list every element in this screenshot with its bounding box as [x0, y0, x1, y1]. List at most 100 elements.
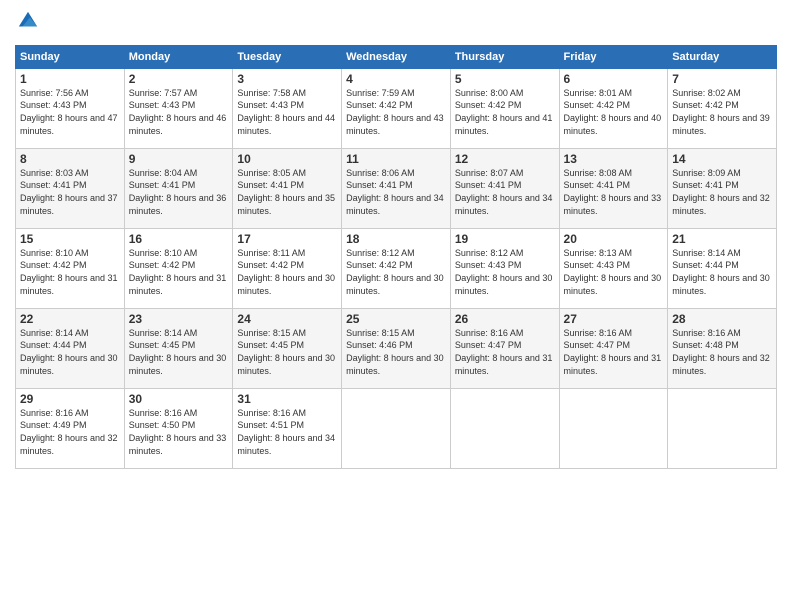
day-number: 5 — [455, 72, 555, 86]
day-number: 2 — [129, 72, 229, 86]
calendar-cell: 21 Sunrise: 8:14 AM Sunset: 4:44 PM Dayl… — [668, 228, 777, 308]
logo-text — [15, 10, 39, 37]
day-number: 16 — [129, 232, 229, 246]
day-info: Sunrise: 8:16 AM Sunset: 4:49 PM Dayligh… — [20, 407, 120, 457]
weekday-header: Sunday — [16, 45, 125, 68]
logo-icon — [17, 10, 39, 32]
day-number: 18 — [346, 232, 446, 246]
calendar-cell: 8 Sunrise: 8:03 AM Sunset: 4:41 PM Dayli… — [16, 148, 125, 228]
calendar-cell: 19 Sunrise: 8:12 AM Sunset: 4:43 PM Dayl… — [450, 228, 559, 308]
day-info: Sunrise: 8:03 AM Sunset: 4:41 PM Dayligh… — [20, 167, 120, 217]
calendar-cell: 18 Sunrise: 8:12 AM Sunset: 4:42 PM Dayl… — [342, 228, 451, 308]
day-number: 3 — [237, 72, 337, 86]
calendar-cell: 20 Sunrise: 8:13 AM Sunset: 4:43 PM Dayl… — [559, 228, 668, 308]
calendar-cell: 23 Sunrise: 8:14 AM Sunset: 4:45 PM Dayl… — [124, 308, 233, 388]
calendar-week-row: 8 Sunrise: 8:03 AM Sunset: 4:41 PM Dayli… — [16, 148, 777, 228]
calendar-cell: 7 Sunrise: 8:02 AM Sunset: 4:42 PM Dayli… — [668, 68, 777, 148]
weekday-header: Tuesday — [233, 45, 342, 68]
calendar-cell: 27 Sunrise: 8:16 AM Sunset: 4:47 PM Dayl… — [559, 308, 668, 388]
day-info: Sunrise: 8:08 AM Sunset: 4:41 PM Dayligh… — [564, 167, 664, 217]
calendar-cell — [450, 388, 559, 468]
day-number: 11 — [346, 152, 446, 166]
day-number: 26 — [455, 312, 555, 326]
calendar-week-row: 1 Sunrise: 7:56 AM Sunset: 4:43 PM Dayli… — [16, 68, 777, 148]
calendar-cell: 22 Sunrise: 8:14 AM Sunset: 4:44 PM Dayl… — [16, 308, 125, 388]
day-info: Sunrise: 8:15 AM Sunset: 4:46 PM Dayligh… — [346, 327, 446, 377]
calendar-cell: 29 Sunrise: 8:16 AM Sunset: 4:49 PM Dayl… — [16, 388, 125, 468]
weekday-header: Wednesday — [342, 45, 451, 68]
calendar-cell: 4 Sunrise: 7:59 AM Sunset: 4:42 PM Dayli… — [342, 68, 451, 148]
day-number: 15 — [20, 232, 120, 246]
weekday-header: Friday — [559, 45, 668, 68]
calendar-cell: 11 Sunrise: 8:06 AM Sunset: 4:41 PM Dayl… — [342, 148, 451, 228]
day-info: Sunrise: 8:06 AM Sunset: 4:41 PM Dayligh… — [346, 167, 446, 217]
page: SundayMondayTuesdayWednesdayThursdayFrid… — [0, 0, 792, 612]
day-info: Sunrise: 8:16 AM Sunset: 4:47 PM Dayligh… — [564, 327, 664, 377]
day-info: Sunrise: 8:16 AM Sunset: 4:48 PM Dayligh… — [672, 327, 772, 377]
day-info: Sunrise: 8:14 AM Sunset: 4:45 PM Dayligh… — [129, 327, 229, 377]
calendar-week-row: 15 Sunrise: 8:10 AM Sunset: 4:42 PM Dayl… — [16, 228, 777, 308]
day-number: 13 — [564, 152, 664, 166]
calendar-cell: 17 Sunrise: 8:11 AM Sunset: 4:42 PM Dayl… — [233, 228, 342, 308]
day-number: 23 — [129, 312, 229, 326]
calendar-cell: 25 Sunrise: 8:15 AM Sunset: 4:46 PM Dayl… — [342, 308, 451, 388]
day-number: 17 — [237, 232, 337, 246]
day-number: 6 — [564, 72, 664, 86]
day-info: Sunrise: 7:57 AM Sunset: 4:43 PM Dayligh… — [129, 87, 229, 137]
logo — [15, 10, 39, 37]
day-number: 28 — [672, 312, 772, 326]
calendar-cell: 9 Sunrise: 8:04 AM Sunset: 4:41 PM Dayli… — [124, 148, 233, 228]
day-info: Sunrise: 8:07 AM Sunset: 4:41 PM Dayligh… — [455, 167, 555, 217]
calendar-cell: 16 Sunrise: 8:10 AM Sunset: 4:42 PM Dayl… — [124, 228, 233, 308]
calendar-cell: 1 Sunrise: 7:56 AM Sunset: 4:43 PM Dayli… — [16, 68, 125, 148]
calendar-week-row: 22 Sunrise: 8:14 AM Sunset: 4:44 PM Dayl… — [16, 308, 777, 388]
day-number: 7 — [672, 72, 772, 86]
day-info: Sunrise: 8:09 AM Sunset: 4:41 PM Dayligh… — [672, 167, 772, 217]
calendar-cell: 12 Sunrise: 8:07 AM Sunset: 4:41 PM Dayl… — [450, 148, 559, 228]
calendar-cell: 31 Sunrise: 8:16 AM Sunset: 4:51 PM Dayl… — [233, 388, 342, 468]
calendar-cell: 3 Sunrise: 7:58 AM Sunset: 4:43 PM Dayli… — [233, 68, 342, 148]
day-info: Sunrise: 8:14 AM Sunset: 4:44 PM Dayligh… — [672, 247, 772, 297]
day-info: Sunrise: 8:02 AM Sunset: 4:42 PM Dayligh… — [672, 87, 772, 137]
day-info: Sunrise: 8:00 AM Sunset: 4:42 PM Dayligh… — [455, 87, 555, 137]
day-number: 12 — [455, 152, 555, 166]
calendar-cell: 6 Sunrise: 8:01 AM Sunset: 4:42 PM Dayli… — [559, 68, 668, 148]
calendar-cell: 13 Sunrise: 8:08 AM Sunset: 4:41 PM Dayl… — [559, 148, 668, 228]
calendar-cell — [668, 388, 777, 468]
calendar-cell: 28 Sunrise: 8:16 AM Sunset: 4:48 PM Dayl… — [668, 308, 777, 388]
day-number: 1 — [20, 72, 120, 86]
day-number: 20 — [564, 232, 664, 246]
day-info: Sunrise: 8:05 AM Sunset: 4:41 PM Dayligh… — [237, 167, 337, 217]
day-info: Sunrise: 8:15 AM Sunset: 4:45 PM Dayligh… — [237, 327, 337, 377]
day-info: Sunrise: 8:10 AM Sunset: 4:42 PM Dayligh… — [20, 247, 120, 297]
weekday-header: Thursday — [450, 45, 559, 68]
day-info: Sunrise: 7:56 AM Sunset: 4:43 PM Dayligh… — [20, 87, 120, 137]
day-number: 21 — [672, 232, 772, 246]
calendar-cell: 30 Sunrise: 8:16 AM Sunset: 4:50 PM Dayl… — [124, 388, 233, 468]
day-info: Sunrise: 8:12 AM Sunset: 4:42 PM Dayligh… — [346, 247, 446, 297]
calendar-cell: 15 Sunrise: 8:10 AM Sunset: 4:42 PM Dayl… — [16, 228, 125, 308]
day-info: Sunrise: 8:16 AM Sunset: 4:50 PM Dayligh… — [129, 407, 229, 457]
weekday-header: Saturday — [668, 45, 777, 68]
day-info: Sunrise: 8:16 AM Sunset: 4:47 PM Dayligh… — [455, 327, 555, 377]
day-number: 31 — [237, 392, 337, 406]
day-info: Sunrise: 8:11 AM Sunset: 4:42 PM Dayligh… — [237, 247, 337, 297]
calendar-cell: 5 Sunrise: 8:00 AM Sunset: 4:42 PM Dayli… — [450, 68, 559, 148]
day-info: Sunrise: 8:14 AM Sunset: 4:44 PM Dayligh… — [20, 327, 120, 377]
day-info: Sunrise: 8:16 AM Sunset: 4:51 PM Dayligh… — [237, 407, 337, 457]
day-number: 10 — [237, 152, 337, 166]
day-number: 4 — [346, 72, 446, 86]
calendar-cell — [559, 388, 668, 468]
day-info: Sunrise: 7:58 AM Sunset: 4:43 PM Dayligh… — [237, 87, 337, 137]
calendar-week-row: 29 Sunrise: 8:16 AM Sunset: 4:49 PM Dayl… — [16, 388, 777, 468]
calendar-cell: 14 Sunrise: 8:09 AM Sunset: 4:41 PM Dayl… — [668, 148, 777, 228]
calendar-cell: 10 Sunrise: 8:05 AM Sunset: 4:41 PM Dayl… — [233, 148, 342, 228]
day-number: 30 — [129, 392, 229, 406]
day-info: Sunrise: 8:10 AM Sunset: 4:42 PM Dayligh… — [129, 247, 229, 297]
day-number: 19 — [455, 232, 555, 246]
day-info: Sunrise: 8:13 AM Sunset: 4:43 PM Dayligh… — [564, 247, 664, 297]
calendar-cell: 26 Sunrise: 8:16 AM Sunset: 4:47 PM Dayl… — [450, 308, 559, 388]
weekday-header: Monday — [124, 45, 233, 68]
calendar-cell — [342, 388, 451, 468]
day-number: 9 — [129, 152, 229, 166]
